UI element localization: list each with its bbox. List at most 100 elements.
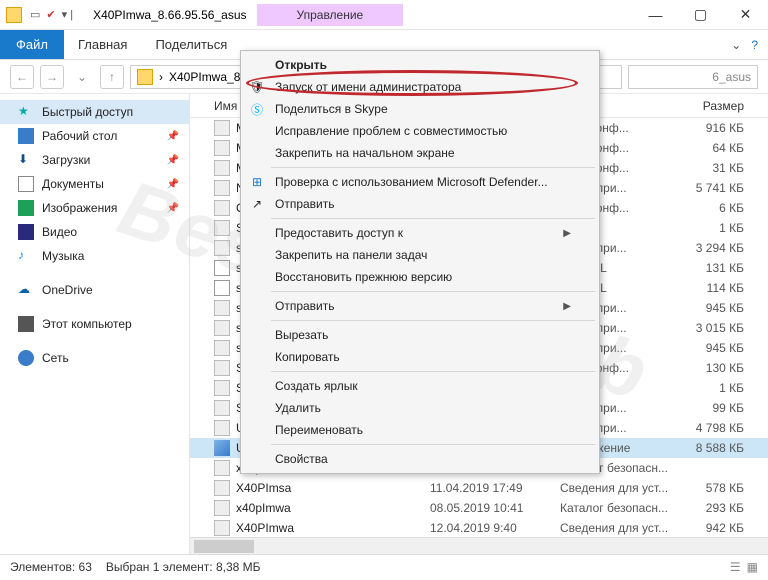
context-item-label: Закрепить на панели задач bbox=[275, 248, 427, 262]
context-item[interactable]: Предоставить доступ к▶ bbox=[241, 222, 599, 244]
view-thumbnails-icon[interactable]: ▦ bbox=[747, 560, 758, 574]
qat-check-icon[interactable]: ✔ bbox=[46, 8, 55, 21]
navigation-pane: ★Быстрый доступ Рабочий стол📌 ⬇Загрузки📌… bbox=[0, 94, 190, 554]
file-row[interactable]: X40PImsa11.04.2019 17:49Сведения для уст… bbox=[190, 478, 768, 498]
file-icon bbox=[214, 240, 230, 256]
defender-icon: ⊞ bbox=[249, 174, 265, 190]
star-icon: ★ bbox=[18, 104, 34, 120]
file-icon bbox=[214, 220, 230, 236]
file-size: 5 741 КБ bbox=[670, 181, 768, 195]
sidebar-quick-access[interactable]: ★Быстрый доступ bbox=[0, 100, 189, 124]
folder-icon bbox=[137, 69, 153, 85]
context-item-label: Копировать bbox=[275, 350, 340, 364]
context-item-label: Вырезать bbox=[275, 328, 328, 342]
context-item-label: Отправить bbox=[275, 299, 335, 313]
status-bar: Элементов: 63 Выбран 1 элемент: 8,38 МБ … bbox=[0, 554, 768, 578]
minimize-button[interactable]: ― bbox=[633, 0, 678, 30]
context-item-label: Проверка с использованием Microsoft Defe… bbox=[275, 175, 548, 189]
col-size[interactable]: Размер bbox=[670, 99, 768, 113]
file-size: 130 КБ bbox=[670, 361, 768, 375]
view-details-icon[interactable]: ☰ bbox=[730, 560, 741, 574]
titlebar-left: ▭ ✔ ▾ | bbox=[0, 7, 83, 23]
sidebar-downloads[interactable]: ⬇Загрузки📌 bbox=[0, 148, 189, 172]
context-menu: Открыть🛡Запуск от имени администратораⓈП… bbox=[240, 50, 600, 474]
context-item[interactable]: ⓈПоделиться в Skype bbox=[241, 98, 599, 120]
context-item[interactable]: Закрепить на панели задач bbox=[241, 244, 599, 266]
context-item-label: Закрепить на начальном экране bbox=[275, 146, 455, 160]
context-item[interactable]: Восстановить прежнюю версию bbox=[241, 266, 599, 288]
search-box[interactable]: 6_asus bbox=[628, 65, 758, 89]
sidebar-thispc[interactable]: Этот компьютер bbox=[0, 312, 189, 336]
context-item[interactable]: Вырезать bbox=[241, 324, 599, 346]
file-type: Каталог безопасн... bbox=[560, 501, 670, 515]
share-icon: ↗ bbox=[249, 196, 265, 212]
ribbon-share[interactable]: Поделиться bbox=[141, 30, 241, 59]
context-item[interactable]: Свойства bbox=[241, 448, 599, 470]
onedrive-icon: ☁ bbox=[18, 282, 34, 298]
context-item[interactable]: Исправление проблем с совместимостью bbox=[241, 120, 599, 142]
maximize-button[interactable]: ▢ bbox=[678, 0, 723, 30]
document-icon bbox=[18, 176, 34, 192]
file-icon bbox=[214, 400, 230, 416]
context-item[interactable]: Копировать bbox=[241, 346, 599, 368]
file-row[interactable]: X40PImwa12.04.2019 9:40Сведения для уст.… bbox=[190, 518, 768, 537]
context-item-label: Предоставить доступ к bbox=[275, 226, 403, 240]
file-icon bbox=[214, 280, 230, 296]
help-icon[interactable]: ? bbox=[751, 38, 758, 52]
sidebar-desktop[interactable]: Рабочий стол📌 bbox=[0, 124, 189, 148]
qat-properties-icon[interactable]: ▭ bbox=[30, 8, 40, 21]
file-row[interactable]: x40pImwa08.05.2019 10:41Каталог безопасн… bbox=[190, 498, 768, 518]
context-item[interactable]: Закрепить на начальном экране bbox=[241, 142, 599, 164]
context-item-label: Переименовать bbox=[275, 423, 363, 437]
file-icon bbox=[214, 160, 230, 176]
ribbon-file[interactable]: Файл bbox=[0, 30, 64, 59]
file-icon bbox=[214, 320, 230, 336]
file-size: 99 КБ bbox=[670, 401, 768, 415]
ribbon-expand-icon[interactable]: ⌄ bbox=[731, 38, 741, 52]
file-size: 4 798 КБ bbox=[670, 421, 768, 435]
file-date: 08.05.2019 10:41 bbox=[430, 501, 560, 515]
context-item[interactable]: Открыть bbox=[241, 54, 599, 76]
file-name: X40PImwa bbox=[236, 521, 294, 535]
context-item[interactable]: ⊞ Проверка с использованием Microsoft Def… bbox=[241, 171, 599, 193]
context-item[interactable]: Удалить bbox=[241, 397, 599, 419]
sidebar-documents[interactable]: Документы📌 bbox=[0, 172, 189, 196]
file-icon bbox=[214, 120, 230, 136]
sidebar-network[interactable]: Сеть bbox=[0, 346, 189, 370]
sidebar-video[interactable]: Видео bbox=[0, 220, 189, 244]
manage-tab[interactable]: Управление bbox=[257, 4, 404, 26]
file-size: 3 294 КБ bbox=[670, 241, 768, 255]
file-name: X40PImsa bbox=[236, 481, 291, 495]
context-item[interactable]: Переименовать bbox=[241, 419, 599, 441]
context-separator bbox=[271, 320, 595, 321]
sidebar-pictures[interactable]: Изображения📌 bbox=[0, 196, 189, 220]
context-item[interactable]: Создать ярлык bbox=[241, 375, 599, 397]
status-view-icons: ☰ ▦ bbox=[730, 560, 758, 574]
nav-forward-button[interactable]: → bbox=[40, 65, 64, 89]
music-icon: ♪ bbox=[18, 248, 34, 264]
ribbon-home[interactable]: Главная bbox=[64, 30, 141, 59]
file-size: 578 КБ bbox=[670, 481, 768, 495]
context-separator bbox=[271, 291, 595, 292]
scrollbar-thumb[interactable] bbox=[194, 540, 254, 553]
context-item[interactable]: ↗Отправить bbox=[241, 193, 599, 215]
nav-recent-button[interactable]: ⌄ bbox=[70, 65, 94, 89]
context-item[interactable]: Отправить▶ bbox=[241, 295, 599, 317]
nav-up-button[interactable]: ↑ bbox=[100, 65, 124, 89]
file-size: 1 КБ bbox=[670, 381, 768, 395]
folder-icon bbox=[6, 7, 22, 23]
sidebar-onedrive[interactable]: ☁OneDrive bbox=[0, 278, 189, 302]
file-icon bbox=[214, 260, 230, 276]
nav-back-button[interactable]: ← bbox=[10, 65, 34, 89]
horizontal-scrollbar[interactable] bbox=[190, 537, 768, 554]
context-item[interactable]: 🛡Запуск от имени администратора bbox=[241, 76, 599, 98]
context-item-label: Исправление проблем с совместимостью bbox=[275, 124, 507, 138]
shield-icon: 🛡 bbox=[249, 79, 265, 95]
window-controls: ― ▢ ✕ bbox=[633, 0, 768, 30]
file-icon bbox=[214, 440, 230, 456]
sidebar-music[interactable]: ♪Музыка bbox=[0, 244, 189, 268]
file-size: 64 КБ bbox=[670, 141, 768, 155]
close-button[interactable]: ✕ bbox=[723, 0, 768, 30]
context-item-label: Удалить bbox=[275, 401, 321, 415]
file-size: 31 КБ bbox=[670, 161, 768, 175]
